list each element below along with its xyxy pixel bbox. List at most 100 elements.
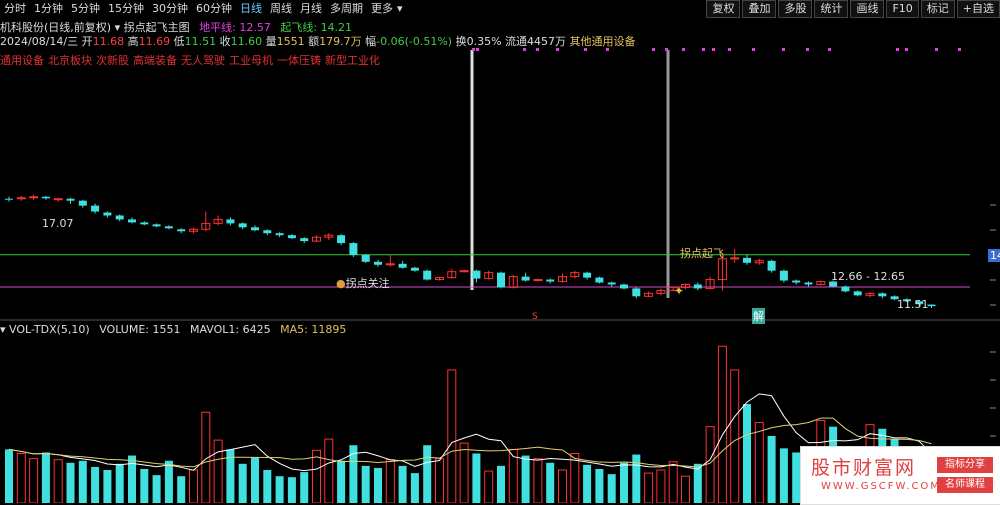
watermark-title: 股市财富网 bbox=[811, 457, 917, 479]
candle-body bbox=[472, 270, 481, 279]
volume-bar bbox=[115, 463, 124, 503]
volume-bar bbox=[16, 453, 26, 503]
top-signal-dot bbox=[728, 48, 731, 51]
watermark-tag-indicators: 指标分享 bbox=[937, 457, 993, 473]
volume-bar bbox=[595, 468, 604, 503]
candle-body bbox=[459, 270, 469, 273]
top-signal-dot bbox=[712, 48, 715, 51]
candle-body bbox=[66, 198, 75, 201]
watermark-tag-courses: 名师课程 bbox=[937, 477, 993, 493]
top-signal-dot bbox=[806, 48, 809, 51]
volume-bar bbox=[53, 459, 63, 503]
volume-bar bbox=[779, 448, 788, 503]
candle-body bbox=[115, 215, 124, 220]
candle-body bbox=[853, 291, 862, 296]
candle-body bbox=[607, 282, 616, 285]
volume-bar bbox=[435, 458, 444, 503]
candle-body bbox=[927, 304, 936, 307]
top-signal-dot bbox=[584, 48, 587, 51]
volume-bar bbox=[337, 460, 346, 503]
volume-bar bbox=[128, 455, 136, 503]
top-signal-dot bbox=[682, 48, 685, 51]
top-signal-dot bbox=[536, 48, 539, 51]
candle-body bbox=[521, 276, 530, 281]
volume-bar bbox=[300, 472, 309, 503]
candle-body bbox=[275, 233, 284, 236]
top-signal-dot bbox=[523, 48, 526, 51]
candle-body bbox=[595, 277, 604, 283]
top-signal-dot bbox=[782, 48, 785, 51]
range-mark: 12.66 - 12.65 bbox=[831, 270, 905, 283]
volume-bar bbox=[238, 463, 247, 503]
volume-bar bbox=[447, 369, 457, 503]
top-signal-dot bbox=[476, 48, 479, 51]
volume-bar bbox=[546, 462, 555, 503]
volume-bar bbox=[213, 439, 223, 503]
candle-body bbox=[226, 219, 235, 224]
right-axis-price: 14 bbox=[988, 249, 1000, 262]
candle-body bbox=[91, 205, 100, 212]
mavol-label: MAVOL1: bbox=[190, 323, 240, 336]
chevron-down-icon[interactable]: ▾ bbox=[0, 323, 6, 336]
volume-bar bbox=[398, 465, 407, 503]
candle-body bbox=[792, 280, 801, 283]
top-signal-dot bbox=[472, 48, 475, 51]
volume-bar bbox=[668, 461, 678, 503]
volume-bar bbox=[792, 452, 801, 503]
candle-body bbox=[164, 226, 173, 229]
volume-bar bbox=[472, 453, 481, 503]
volume-bar bbox=[189, 469, 198, 503]
candle-body bbox=[804, 282, 813, 285]
candle-body bbox=[78, 200, 87, 206]
top-signal-dot bbox=[905, 48, 908, 51]
volume-bar bbox=[91, 466, 100, 503]
candle-body bbox=[385, 263, 395, 266]
low-price-mark: 11.51 bbox=[897, 298, 929, 311]
volume-bar bbox=[374, 467, 382, 503]
candle-body bbox=[5, 198, 13, 200]
candle-body bbox=[546, 279, 555, 282]
volume-bar bbox=[385, 459, 395, 503]
volume-indicator-name[interactable]: VOL-TDX(5,10) bbox=[9, 323, 90, 336]
money-bag-icon: ● bbox=[336, 277, 346, 290]
top-signal-dot bbox=[606, 48, 609, 51]
volume-bar bbox=[497, 465, 505, 503]
takeoff-signal: 拐点起飞 bbox=[680, 247, 724, 260]
focus-signal: ●拐点关注 bbox=[336, 277, 390, 290]
volume-bar bbox=[767, 435, 776, 503]
volume-bar bbox=[66, 462, 75, 503]
volume-bar bbox=[324, 438, 334, 503]
volume-bar bbox=[287, 477, 296, 503]
volume-bar bbox=[5, 449, 13, 503]
vol-value: 1551 bbox=[152, 323, 181, 336]
candle-body bbox=[287, 235, 296, 239]
candle-body bbox=[583, 272, 592, 278]
candle-body bbox=[263, 230, 272, 234]
candle-body bbox=[693, 284, 702, 289]
candle-body bbox=[497, 272, 505, 288]
candle-body bbox=[41, 196, 50, 199]
candle-body bbox=[361, 254, 370, 262]
candle-body bbox=[152, 224, 161, 227]
volume-bar bbox=[754, 422, 764, 503]
volume-bar bbox=[730, 369, 740, 503]
candle-body bbox=[779, 270, 788, 281]
volume-bar bbox=[177, 476, 186, 503]
top-signal-dot bbox=[665, 48, 668, 51]
volume-bar bbox=[558, 469, 567, 503]
top-signal-dot bbox=[935, 48, 938, 51]
volume-bar bbox=[533, 458, 543, 503]
candle-body bbox=[29, 196, 39, 199]
volume-bar bbox=[251, 457, 259, 503]
volume-bar bbox=[620, 462, 628, 503]
top-signal-dot bbox=[556, 48, 559, 51]
mavol-value: 6425 bbox=[242, 323, 271, 336]
candle-body bbox=[140, 222, 149, 225]
volume-bar bbox=[152, 475, 161, 503]
candle-body bbox=[878, 293, 887, 297]
top-signal-dot bbox=[702, 48, 705, 51]
candle-body bbox=[238, 223, 247, 228]
volume-bar bbox=[743, 404, 751, 503]
butterfly-icon: ✦ bbox=[674, 284, 684, 298]
volume-bar bbox=[717, 345, 727, 503]
